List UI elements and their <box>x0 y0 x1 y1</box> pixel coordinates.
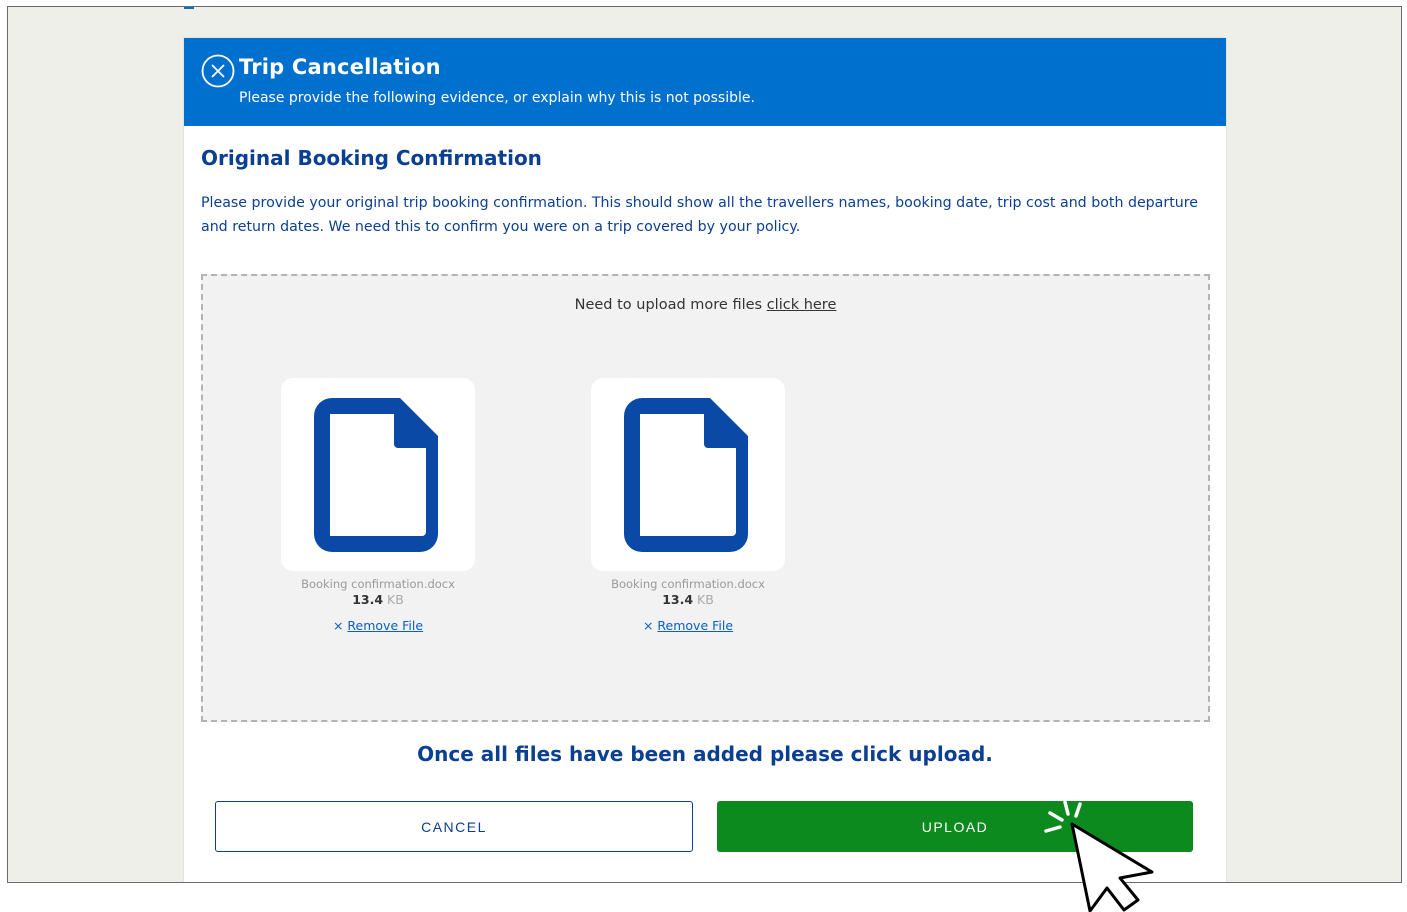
file-card: Booking confirmation.docx 13.4 KB × Remo… <box>591 378 785 633</box>
click-here-link[interactable]: click here <box>767 297 837 313</box>
remove-file-label: Remove File <box>657 618 734 633</box>
evidence-panel: Trip Cancellation Please provide the fol… <box>184 38 1226 882</box>
remove-file-link[interactable]: × Remove File <box>591 618 785 633</box>
remove-x-icon: × <box>332 618 344 633</box>
upload-more-line: Need to upload more files click here <box>203 297 1208 313</box>
file-size-unit: KB <box>697 592 714 607</box>
file-size: 13.4 KB <box>281 592 475 607</box>
file-thumbnail <box>281 378 475 571</box>
pointer-cursor-icon <box>1044 800 1154 912</box>
file-name: Booking confirmation.docx <box>301 577 455 591</box>
file-card: Booking confirmation.docx 13.4 KB × Remo… <box>281 378 475 633</box>
document-icon <box>624 398 748 552</box>
remove-x-icon: × <box>642 618 654 633</box>
file-size-value: 13.4 <box>352 592 384 607</box>
file-size: 13.4 KB <box>591 592 785 607</box>
app-window: Trip Cancellation Please provide the fol… <box>7 6 1402 883</box>
remove-file-link[interactable]: × Remove File <box>281 618 475 633</box>
file-name: Booking confirmation.docx <box>611 577 765 591</box>
file-size-value: 13.4 <box>662 592 694 607</box>
page-subtitle: Please provide the following evidence, o… <box>239 90 755 106</box>
upload-more-text: Need to upload more files <box>574 297 763 313</box>
page-title: Trip Cancellation <box>239 55 441 79</box>
file-thumbnail <box>591 378 785 571</box>
document-icon <box>314 398 438 552</box>
section-title: Original Booking Confirmation <box>201 146 542 170</box>
close-icon[interactable] <box>201 54 235 88</box>
cancel-button[interactable]: CANCEL <box>215 801 693 852</box>
remove-file-label: Remove File <box>347 618 424 633</box>
upload-instruction: Once all files have been added please cl… <box>417 742 993 766</box>
panel-header: Trip Cancellation Please provide the fol… <box>184 38 1226 126</box>
file-size-unit: KB <box>387 592 404 607</box>
section-description: Please provide your original trip bookin… <box>201 195 1199 235</box>
top-accent-mark <box>184 7 194 9</box>
file-dropzone[interactable]: Need to upload more files click here Boo… <box>201 274 1210 722</box>
